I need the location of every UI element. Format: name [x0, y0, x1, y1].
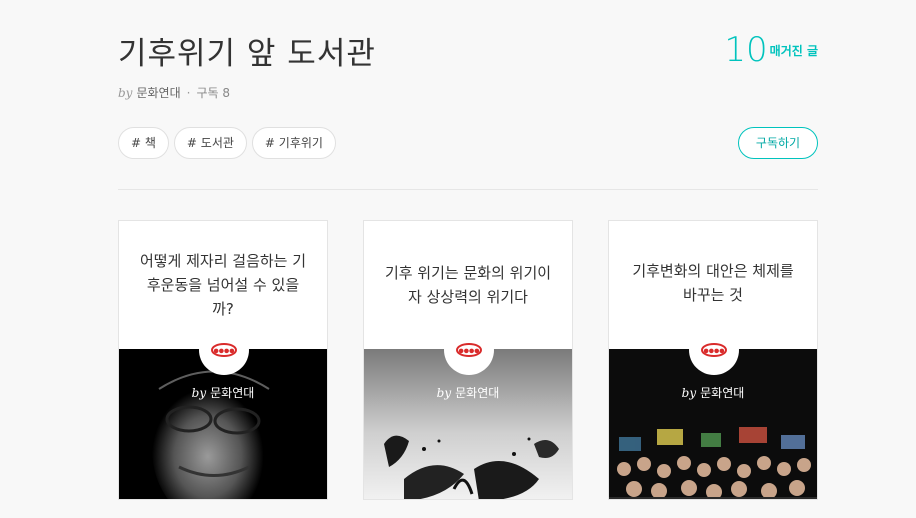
card-author-name: 문화연대 — [455, 386, 500, 400]
article-card[interactable]: 어떻게 제자리 걸음하는 기후운동을 넘어설 수 있을까? ●●●● by 문화연… — [118, 220, 328, 500]
logo-icon: ●●●● — [211, 343, 237, 357]
article-card[interactable]: 기후 위기는 문화의 위기이자 상상력의 위기다 ●●●● by 문화연대 — [363, 220, 573, 500]
card-author[interactable]: by 문화연대 — [119, 384, 327, 401]
article-title[interactable]: 기후변화의 대안은 체제를 바꾸는 것 — [629, 233, 797, 333]
svg-text:●●●●: ●●●● — [459, 348, 480, 355]
by-label: by — [436, 386, 452, 400]
subscriber-count: 구독 8 — [196, 86, 230, 100]
logo-icon: ●●●● — [701, 343, 727, 357]
tag-list: # 책 # 도서관 # 기후위기 — [118, 127, 336, 159]
magazine-title: 기후위기 앞 도서관 — [118, 36, 376, 72]
svg-text:●●●●: ●●●● — [704, 348, 725, 355]
author-avatar[interactable]: ●●●● — [199, 325, 249, 375]
subscribe-button[interactable]: 구독하기 — [738, 127, 818, 159]
logo-icon: ●●●● — [456, 343, 482, 357]
tag-library[interactable]: # 도서관 — [173, 127, 247, 159]
by-label: by — [118, 86, 133, 100]
by-label: by — [191, 386, 207, 400]
author-link[interactable]: 문화연대 — [136, 86, 180, 100]
article-count: 10 매거진 글 — [724, 30, 818, 70]
svg-text:●●●●: ●●●● — [214, 348, 235, 355]
magazine-byline: by 문화연대 · 구독 8 — [118, 84, 230, 101]
card-author-name: 문화연대 — [210, 386, 255, 400]
article-card[interactable]: 기후변화의 대안은 체제를 바꾸는 것 ●●●● by 문화연대 — [608, 220, 818, 500]
article-title[interactable]: 어떻게 제자리 걸음하는 기후운동을 넘어설 수 있을까? — [139, 235, 307, 335]
article-count-label: 매거진 글 — [769, 43, 818, 58]
tag-climate-crisis[interactable]: # 기후위기 — [251, 127, 336, 159]
card-author[interactable]: by 문화연대 — [364, 384, 572, 401]
author-avatar[interactable]: ●●●● — [689, 325, 739, 375]
card-author-name: 문화연대 — [700, 386, 745, 400]
article-title[interactable]: 기후 위기는 문화의 위기이자 상상력의 위기다 — [384, 235, 552, 335]
article-count-number: 10 — [724, 30, 768, 70]
author-avatar[interactable]: ●●●● — [444, 325, 494, 375]
by-label: by — [681, 386, 697, 400]
tag-book[interactable]: # 책 — [118, 127, 169, 159]
byline-separator: · — [186, 86, 191, 100]
divider — [118, 189, 818, 190]
card-author[interactable]: by 문화연대 — [609, 384, 817, 401]
